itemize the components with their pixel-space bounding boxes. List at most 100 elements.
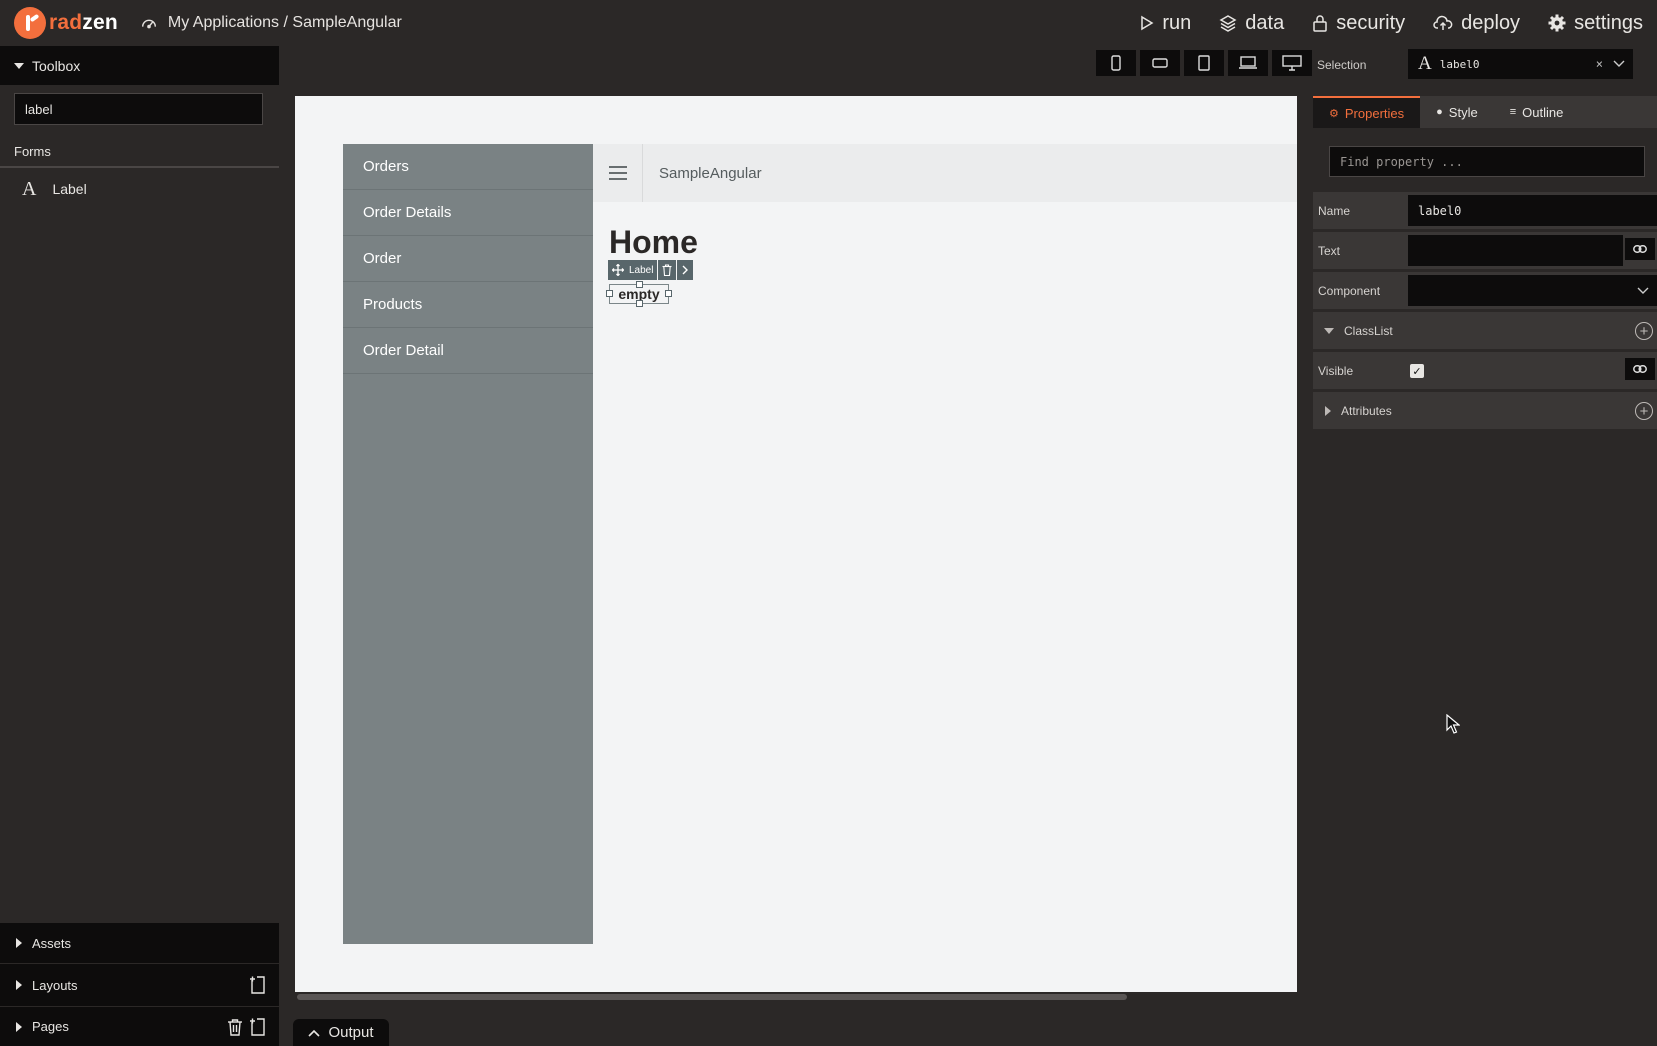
prop-row-attributes[interactable]: Attributes + — [1313, 392, 1657, 430]
menu-item-order-details[interactable]: Order Details — [343, 190, 593, 236]
data-button[interactable]: data — [1219, 12, 1284, 35]
tab-outline-label: Outline — [1522, 104, 1564, 120]
chevron-right-icon — [682, 265, 689, 275]
palette-icon: ● — [1436, 106, 1443, 118]
add-class-button[interactable]: + — [1635, 322, 1653, 340]
run-button[interactable]: run — [1140, 12, 1191, 35]
selection-tag-label: Label — [629, 264, 654, 276]
breadcrumb-text[interactable]: My Applications / SampleAngular — [168, 14, 402, 32]
bind-visible-button[interactable] — [1625, 358, 1655, 380]
selection-tag[interactable]: Label — [608, 260, 658, 280]
settings-label: settings — [1574, 11, 1643, 34]
toolbox-item-label[interactable]: A Label — [0, 172, 279, 206]
text-input[interactable] — [1408, 235, 1623, 266]
security-label: security — [1336, 11, 1406, 34]
selected-label-component[interactable]: empty — [606, 281, 672, 307]
run-label: run — [1162, 11, 1192, 34]
deploy-button[interactable]: deploy — [1433, 12, 1520, 35]
pages-label: Pages — [32, 1019, 69, 1034]
find-property-input[interactable]: Find property ... — [1329, 146, 1645, 177]
outline-icon: ≡ — [1509, 106, 1517, 118]
horizontal-scrollbar[interactable] — [297, 994, 1127, 1000]
tablet-portrait-button[interactable] — [1184, 50, 1224, 76]
clear-selection-button[interactable]: × — [1596, 57, 1603, 71]
prop-visible-label: Visible — [1318, 363, 1354, 378]
tab-style[interactable]: ● Style — [1420, 96, 1494, 128]
selection-dropdown[interactable]: A label0 × — [1408, 49, 1633, 79]
prop-name-label: Name — [1318, 203, 1351, 218]
tab-properties[interactable]: ⚙ Properties — [1313, 96, 1421, 128]
tab-properties-label: Properties — [1344, 105, 1405, 121]
layouts-section[interactable]: Layouts — [0, 964, 279, 1006]
name-value: label0 — [1418, 203, 1462, 218]
menu-item-products[interactable]: Products — [343, 282, 593, 328]
phone-portrait-button[interactable] — [1096, 50, 1136, 76]
settings-button[interactable]: settings — [1548, 12, 1643, 35]
output-tab[interactable]: Output — [293, 1019, 389, 1046]
resize-handle[interactable] — [636, 281, 643, 288]
resize-handle[interactable] — [636, 300, 643, 307]
name-input[interactable]: label0 — [1408, 195, 1657, 226]
select-next-button[interactable] — [677, 260, 694, 280]
assets-label: Assets — [32, 935, 72, 951]
category-divider — [0, 166, 279, 168]
breadcrumb[interactable]: My Applications / SampleAngular — [140, 14, 402, 32]
laptop-icon — [1239, 56, 1257, 69]
component-dropdown[interactable] — [1408, 275, 1657, 306]
resize-handle[interactable] — [665, 290, 672, 297]
gear-icon — [1548, 14, 1566, 32]
new-layout-icon[interactable] — [249, 975, 267, 995]
layers-icon — [1219, 15, 1237, 32]
desktop-button[interactable] — [1272, 50, 1312, 76]
phone-portrait-icon — [1111, 55, 1121, 71]
prop-row-classlist[interactable]: ClassList + — [1313, 312, 1657, 350]
laptop-button[interactable] — [1228, 50, 1268, 76]
toolbox-item-label-text: Label — [52, 181, 87, 197]
label-component-icon: A — [1418, 53, 1432, 74]
forms-category-label: Forms — [14, 144, 51, 159]
toolbox-header[interactable]: Toolbox — [0, 46, 279, 85]
prop-text-label: Text — [1318, 243, 1341, 258]
delete-component-button[interactable] — [658, 260, 677, 280]
desktop-icon — [1282, 55, 1302, 71]
security-button[interactable]: security — [1312, 12, 1405, 35]
add-attribute-button[interactable]: + — [1635, 402, 1653, 420]
trash-icon[interactable] — [227, 1018, 243, 1036]
caret-right-icon — [16, 1021, 22, 1032]
visible-checkbox[interactable]: ✓ — [1410, 364, 1424, 378]
assets-section[interactable]: Assets — [0, 923, 279, 963]
trash-icon — [662, 264, 672, 276]
label-component-icon: A — [22, 177, 37, 200]
move-icon — [612, 264, 624, 276]
chevron-down-icon[interactable] — [1613, 60, 1625, 68]
home-heading[interactable]: Home — [609, 224, 698, 261]
hamburger-menu-button[interactable] — [593, 144, 643, 202]
toolbox-panel: Toolbox Forms A Label Assets Layouts Pag… — [0, 46, 279, 1046]
top-bar: radzen My Applications / SampleAngular r… — [0, 0, 1657, 46]
prop-row-component: Component — [1313, 272, 1657, 310]
cloud-upload-icon — [1433, 15, 1453, 30]
menu-item-orders[interactable]: Orders — [343, 144, 593, 190]
layouts-label: Layouts — [32, 977, 78, 993]
app-header: SampleAngular — [593, 144, 1297, 202]
caret-down-icon — [1324, 327, 1334, 334]
radzen-logo-icon — [14, 7, 46, 39]
hamburger-icon — [608, 166, 627, 180]
link-icon — [1633, 245, 1647, 253]
find-property-placeholder: Find property ... — [1340, 154, 1463, 169]
phone-landscape-button[interactable] — [1140, 50, 1180, 76]
deploy-label: deploy — [1461, 11, 1521, 34]
resize-handle[interactable] — [606, 290, 613, 297]
pages-section[interactable]: Pages — [0, 1007, 279, 1046]
device-size-toolbar — [1092, 50, 1312, 76]
tab-outline[interactable]: ≡ Outline — [1494, 96, 1580, 128]
bind-text-button[interactable] — [1625, 238, 1655, 260]
page-preview[interactable]: Orders Order Details Order Products Orde… — [295, 96, 1297, 992]
radzen-logo[interactable]: radzen — [14, 7, 118, 39]
toolbox-search-input[interactable] — [14, 93, 263, 125]
tablet-portrait-icon — [1198, 55, 1210, 71]
new-page-icon[interactable] — [249, 1017, 267, 1037]
menu-item-order-detail[interactable]: Order Detail — [343, 328, 593, 374]
link-icon — [1633, 365, 1647, 373]
menu-item-order[interactable]: Order — [343, 236, 593, 282]
